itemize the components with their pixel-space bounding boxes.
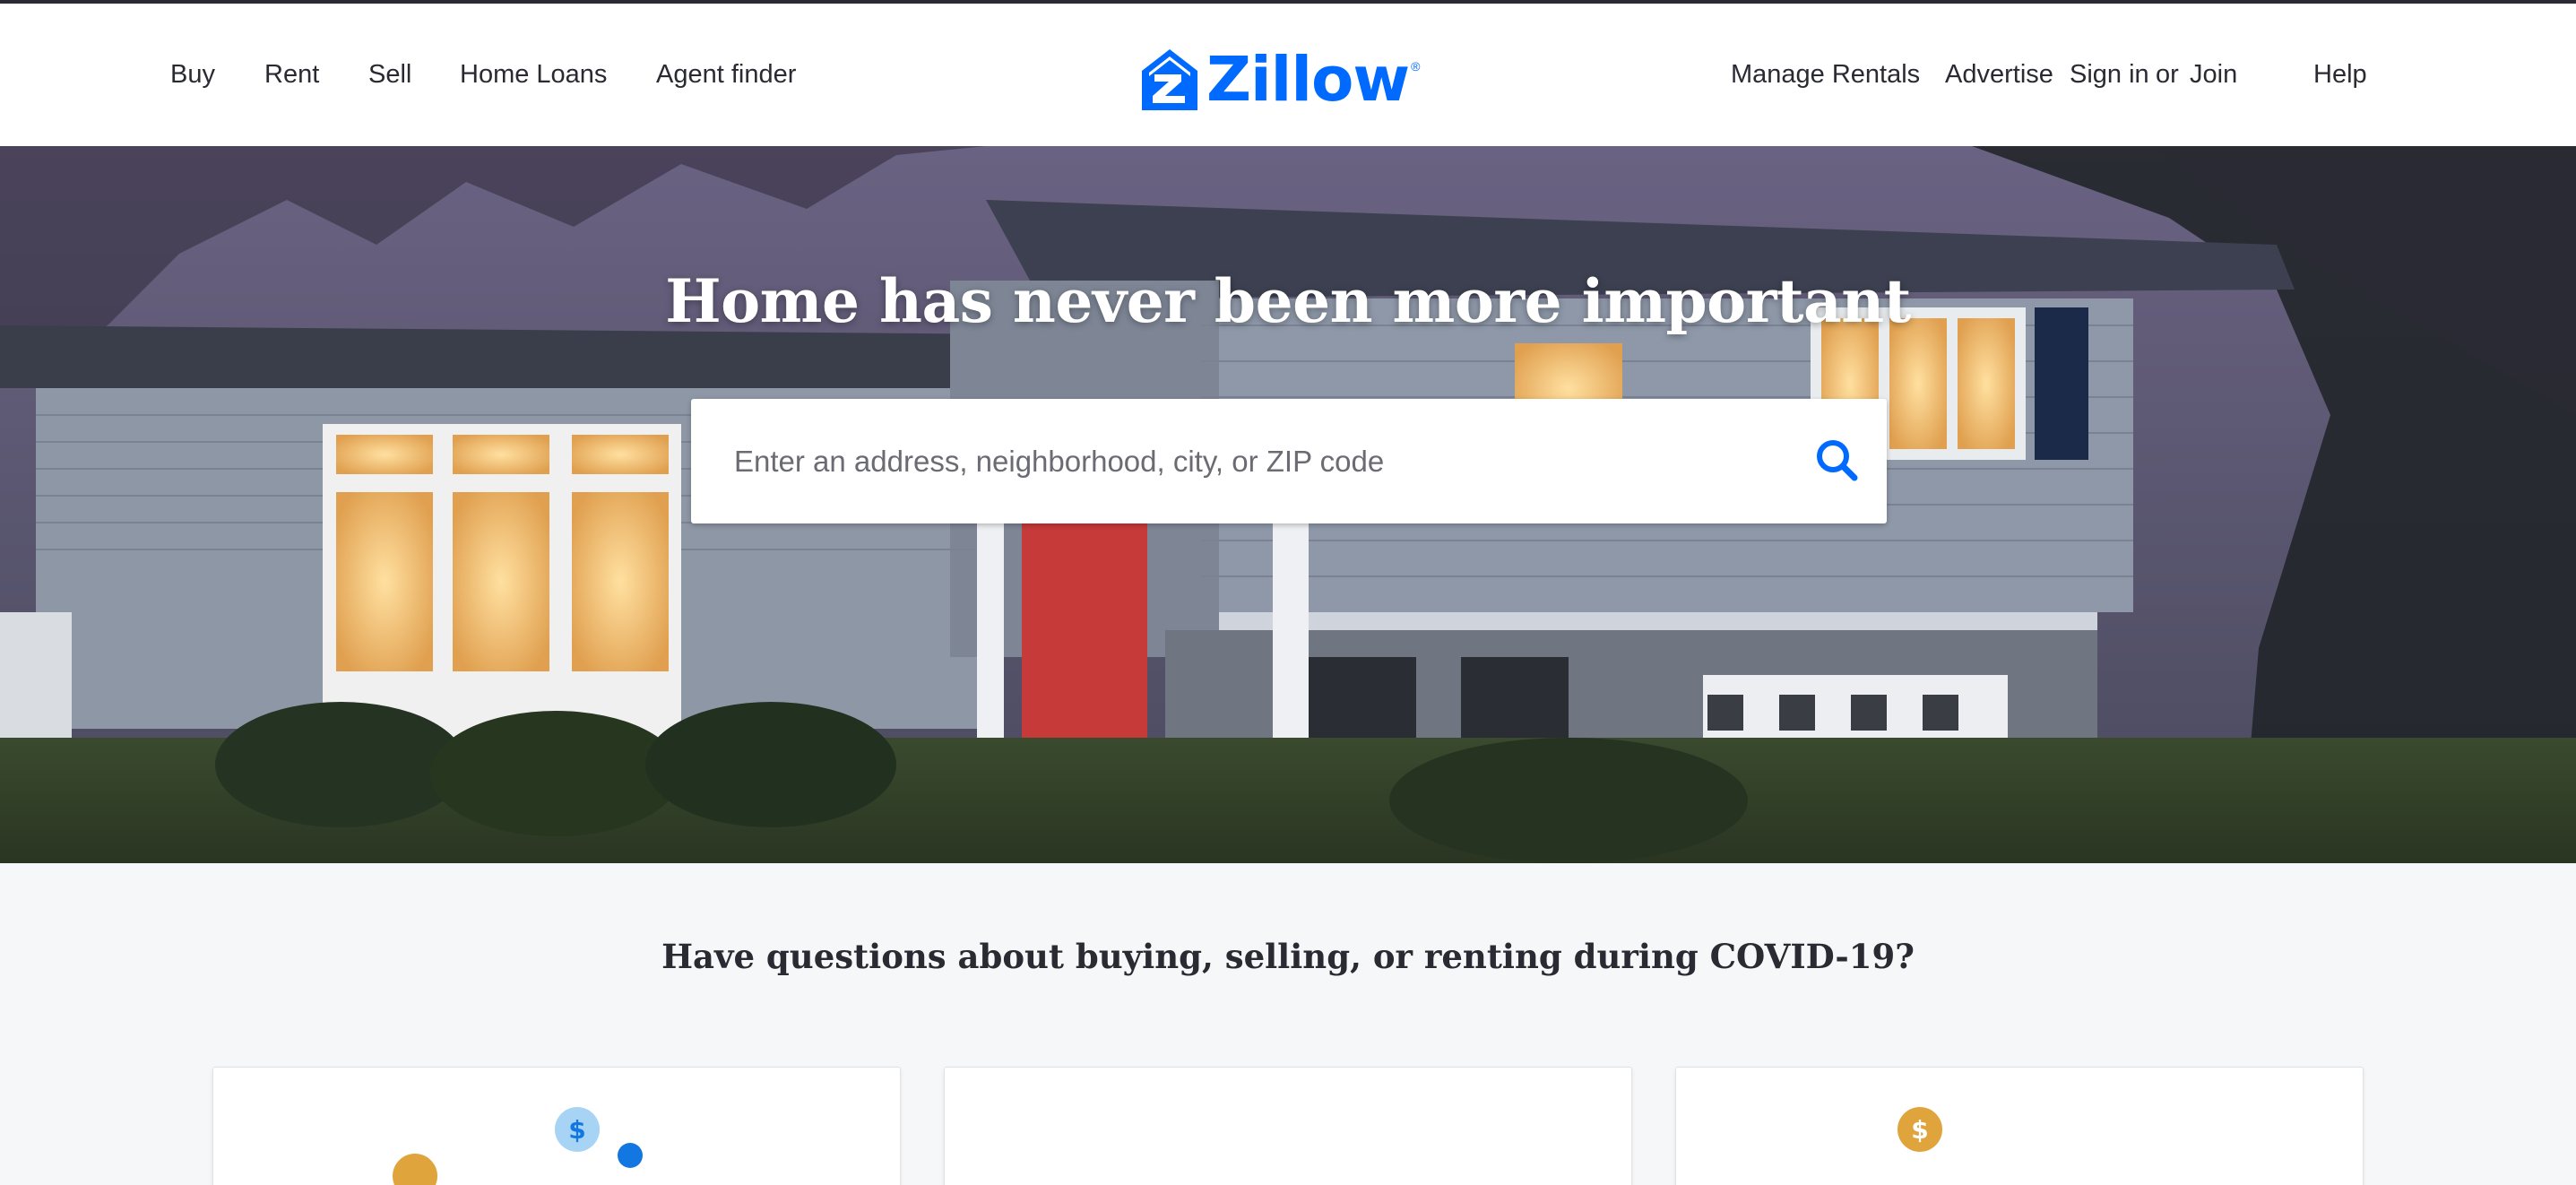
nav-sell[interactable]: Sell bbox=[368, 4, 411, 146]
logo-registered-mark: ® bbox=[1411, 59, 1421, 74]
search-icon bbox=[1817, 440, 1858, 481]
nav-home-loans[interactable]: Home Loans bbox=[460, 4, 607, 146]
search-input[interactable] bbox=[734, 399, 1765, 523]
hero-section: Home has never been more important bbox=[0, 146, 2576, 863]
dollar-coin-icon: $ bbox=[555, 1107, 600, 1152]
zillow-logo[interactable]: Zillow ® bbox=[1142, 47, 1420, 113]
covid-section: Have questions about buying, selling, or… bbox=[0, 863, 2576, 1185]
site-header: Buy Rent Sell Home Loans Agent finder Zi… bbox=[0, 4, 2576, 146]
nav-or-text: or bbox=[2156, 60, 2179, 89]
nav-manage-rentals[interactable]: Manage Rentals bbox=[1731, 4, 1920, 146]
covid-card-selling[interactable] bbox=[944, 1067, 1632, 1185]
dot-icon bbox=[618, 1143, 643, 1168]
covid-card-renting[interactable]: $ bbox=[1675, 1067, 2364, 1185]
search-button[interactable] bbox=[1811, 435, 1865, 489]
covid-card-buying[interactable]: $ bbox=[212, 1067, 901, 1185]
search-bar bbox=[691, 399, 1887, 523]
nav-rent[interactable]: Rent bbox=[264, 4, 319, 146]
nav-sign-in[interactable]: Sign in bbox=[2070, 4, 2149, 146]
hero-title: Home has never been more important bbox=[665, 266, 1911, 336]
coin-icon bbox=[393, 1154, 437, 1185]
nav-advertise[interactable]: Advertise bbox=[1945, 4, 2053, 146]
zillow-house-icon bbox=[1142, 49, 1197, 110]
nav-help[interactable]: Help bbox=[2313, 4, 2367, 146]
nav-agent-finder[interactable]: Agent finder bbox=[656, 4, 796, 146]
nav-join[interactable]: Join bbox=[2190, 4, 2237, 146]
dollar-coin-icon: $ bbox=[1897, 1107, 1942, 1152]
covid-heading: Have questions about buying, selling, or… bbox=[661, 937, 1915, 976]
logo-wordmark: Zillow bbox=[1206, 44, 1410, 116]
nav-buy[interactable]: Buy bbox=[170, 4, 215, 146]
